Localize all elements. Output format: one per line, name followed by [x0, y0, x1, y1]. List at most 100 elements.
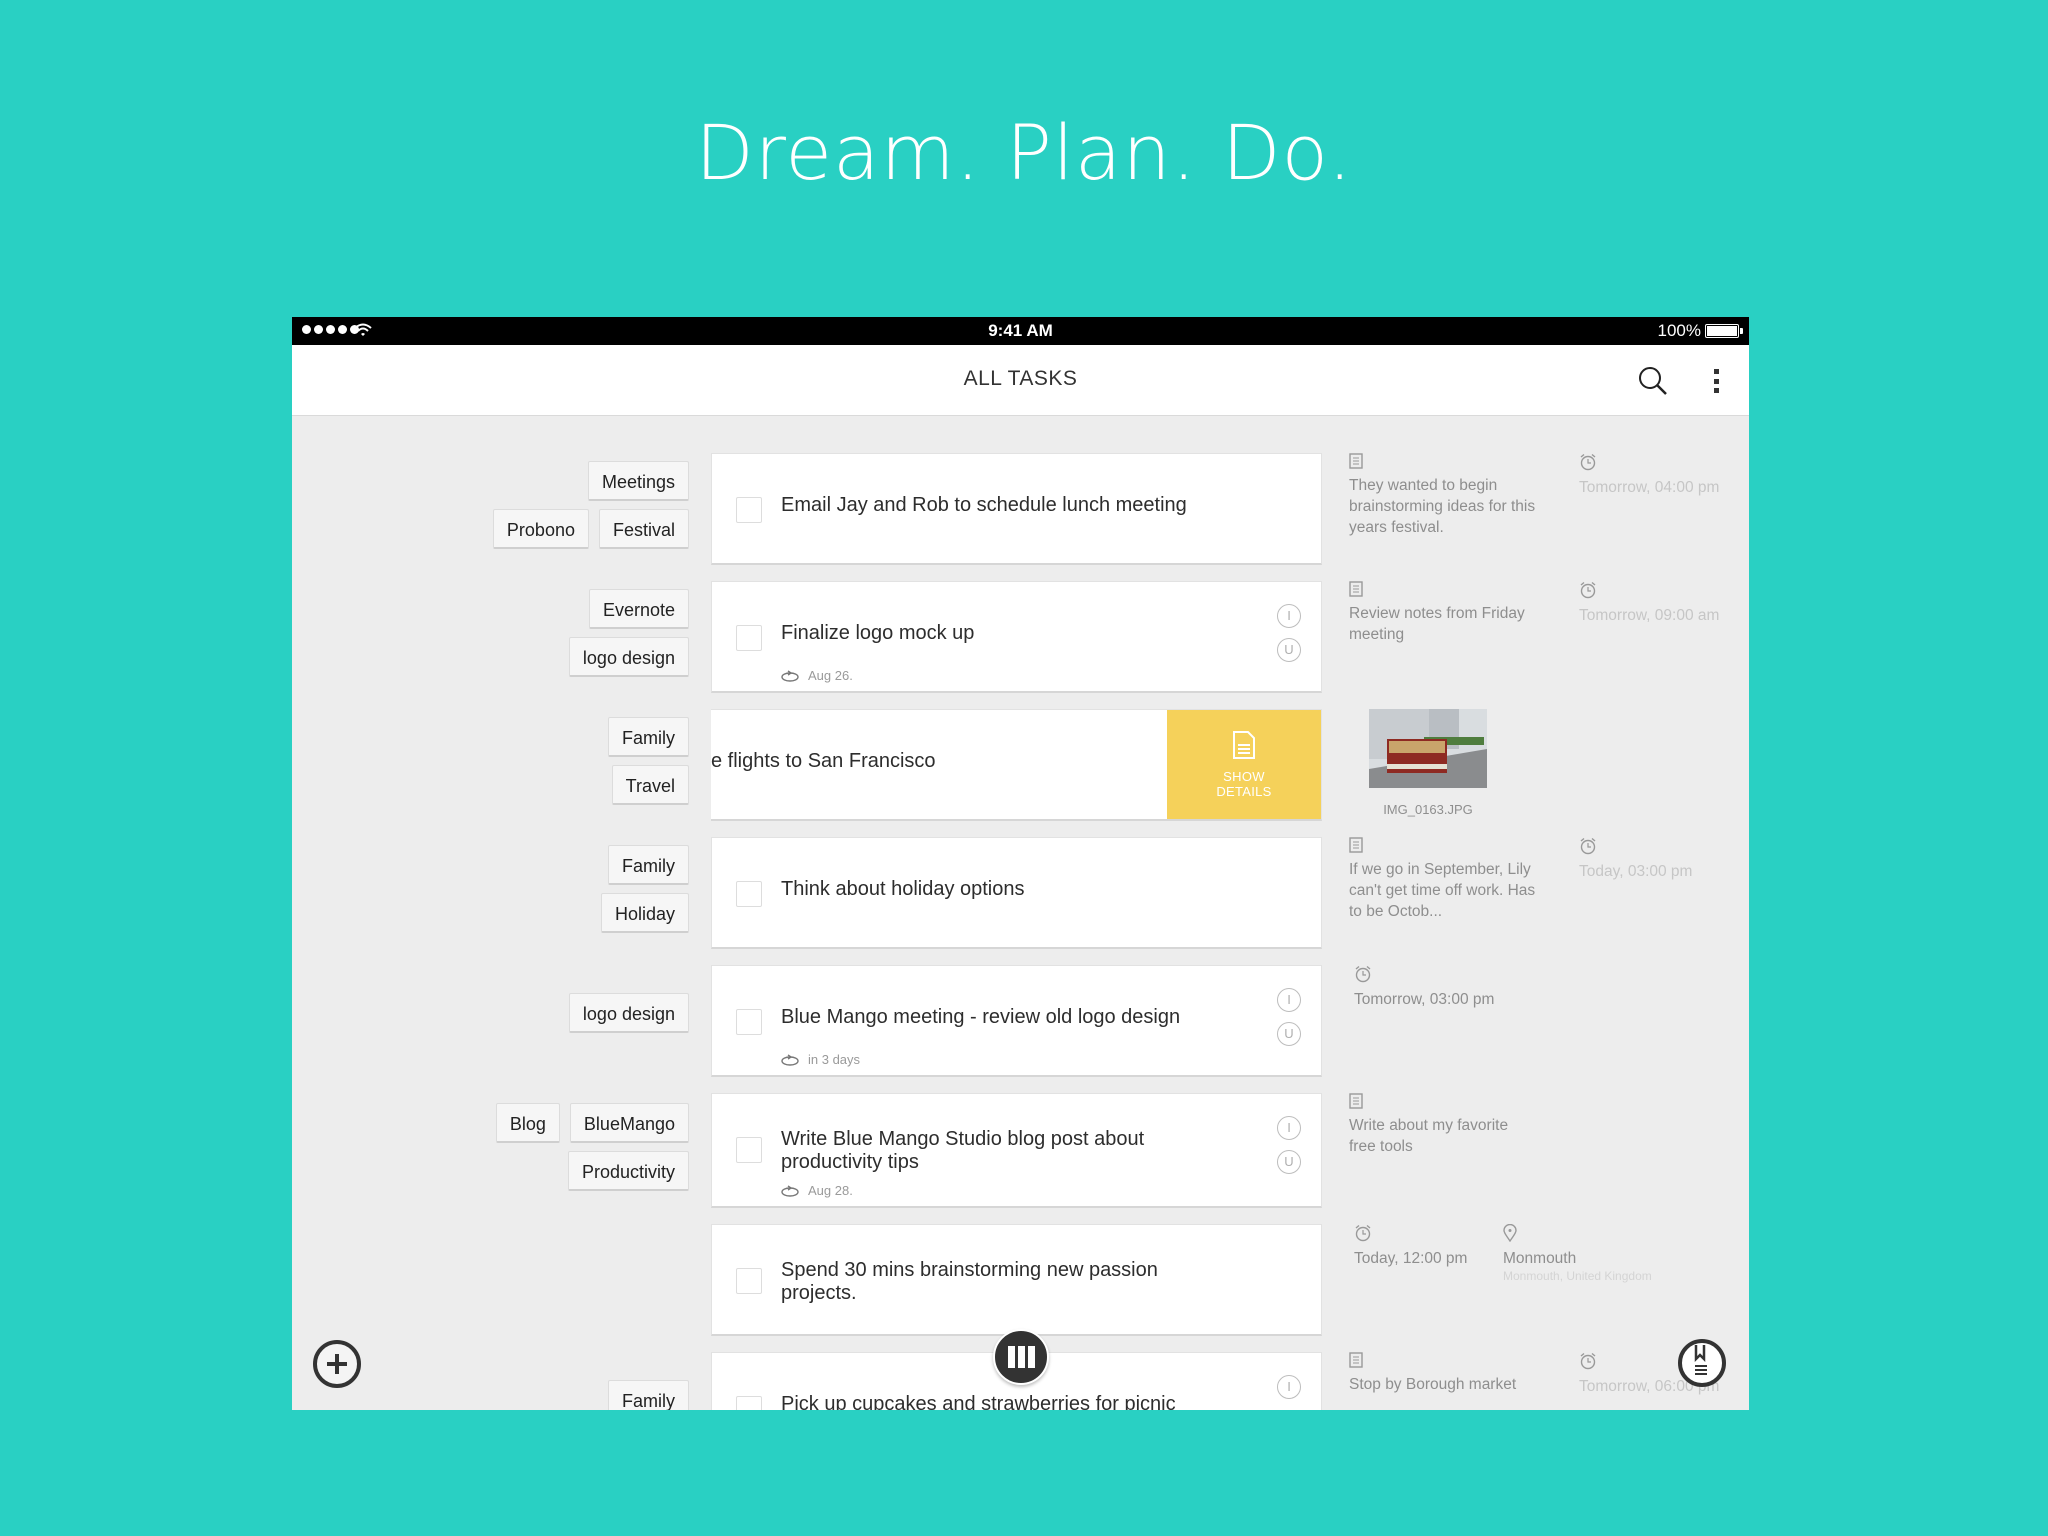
columns-view-button[interactable]: [993, 1329, 1049, 1385]
task-card[interactable]: Spend 30 mins brainstorming new passion …: [711, 1224, 1322, 1336]
tag[interactable]: Family: [608, 845, 689, 885]
note-text: Review notes from Friday meeting: [1349, 605, 1525, 643]
headline: Dream. Plan. Do.: [695, 108, 1353, 197]
importance-badge[interactable]: I: [1277, 604, 1301, 628]
alarm-clock-icon: [1355, 965, 1371, 983]
alarm-clock-icon: [1580, 1352, 1596, 1370]
task-title: Think about holiday options: [781, 878, 1025, 900]
status-bar: 9:41 AM 100%: [292, 317, 1749, 345]
task-checkbox[interactable]: [736, 1009, 762, 1035]
task-title: Blue Mango meeting - review old logo des…: [781, 1006, 1181, 1028]
tag-group: Meetings Probono Festival: [492, 461, 689, 549]
show-details-label: SHOW DETAILS: [1216, 769, 1272, 799]
reminder-text: Today, 12:00 pm: [1354, 1250, 1468, 1267]
note-icon: [1349, 837, 1363, 853]
alarm-clock-icon: [1580, 581, 1596, 599]
attachment-filename: IMG_0163.JPG: [1383, 802, 1473, 817]
task-checkbox[interactable]: [736, 881, 762, 907]
app-bar: ALL TASKS: [292, 345, 1749, 416]
tag[interactable]: Productivity: [567, 1151, 689, 1191]
note-text: They wanted to begin brainstorming ideas…: [1349, 477, 1536, 536]
task-reminder: Today, 03:00 pm: [1579, 837, 1692, 882]
task-list: Meetings Probono Festival Email Jay and R…: [292, 417, 1749, 1410]
urgency-badge[interactable]: U: [1277, 638, 1301, 662]
alarm-clock-icon: [1580, 453, 1596, 471]
task-reminder: Today, 12:00 pm: [1354, 1224, 1467, 1269]
location-address: Monmouth, United Kingdom: [1503, 1269, 1652, 1283]
task-card[interactable]: Blue Mango meeting - review old logo des…: [711, 965, 1322, 1077]
task-card-swiped[interactable]: e flights to San Francisco SHOW DETAILS: [711, 709, 1322, 821]
battery-percent: 100%: [1657, 321, 1701, 340]
note-text: Stop by Borough market: [1349, 1376, 1517, 1393]
task-title: Email Jay and Rob to schedule lunch meet…: [781, 494, 1187, 516]
task-title: Write Blue Mango Studio blog post about …: [781, 1128, 1145, 1173]
urgency-badge[interactable]: U: [1277, 1022, 1301, 1046]
task-checkbox[interactable]: [736, 625, 762, 651]
task-title: Spend 30 mins brainstorming new passion …: [781, 1259, 1158, 1304]
tag-group: Family: [608, 1380, 689, 1410]
task-title: Finalize logo mock up: [781, 622, 975, 644]
task-note: Stop by Borough market: [1349, 1352, 1549, 1395]
note-icon: [1349, 1093, 1363, 1109]
task-card[interactable]: Think about holiday options: [711, 837, 1322, 949]
reminder-text: Tomorrow, 03:00 pm: [1354, 991, 1495, 1008]
attachment-thumbnail[interactable]: [1369, 709, 1487, 788]
tag-group: Blog BlueMango Productivity: [495, 1103, 689, 1191]
battery-icon: [1705, 324, 1743, 338]
note-text: Write about my favorite free tools: [1349, 1117, 1509, 1155]
repeat-text: in 3 days: [808, 1052, 861, 1067]
bookmark-list-icon: [1694, 1345, 1707, 1375]
task-location: Monmouth Monmouth, United Kingdom: [1503, 1224, 1652, 1283]
repeat-icon: [781, 1053, 799, 1066]
repeat-text: Aug 26.: [808, 668, 853, 683]
tag[interactable]: Evernote: [588, 589, 689, 629]
show-details-button[interactable]: SHOW DETAILS: [1167, 710, 1321, 819]
task-title: e flights to San Francisco: [711, 750, 936, 772]
tag[interactable]: Family: [608, 1380, 689, 1410]
tablet-screen: 9:41 AM 100% ALL TASKS Meetings Probono F…: [292, 317, 1749, 1410]
document-icon: [1233, 731, 1255, 759]
repeat-text: Aug 28.: [808, 1183, 853, 1198]
task-note: Write about my favorite free tools: [1349, 1093, 1539, 1157]
task-card[interactable]: Finalize logo mock up Aug 26. I U: [711, 581, 1322, 693]
reminder-text: Tomorrow, 09:00 am: [1579, 607, 1720, 624]
task-checkbox[interactable]: [736, 1396, 762, 1410]
tag[interactable]: Family: [608, 717, 689, 757]
repeat-info: Aug 28.: [780, 1183, 853, 1198]
tag[interactable]: BlueMango: [569, 1103, 689, 1143]
note-icon: [1349, 453, 1363, 469]
task-checkbox[interactable]: [736, 497, 762, 523]
task-card[interactable]: Write Blue Mango Studio blog post about …: [711, 1093, 1322, 1208]
task-checkbox[interactable]: [736, 1137, 762, 1163]
alarm-clock-icon: [1580, 837, 1596, 855]
tag[interactable]: Blog: [495, 1103, 560, 1143]
more-vertical-icon[interactable]: [1709, 365, 1723, 397]
tag[interactable]: Festival: [598, 509, 689, 549]
task-note: If we go in September, Lily can't get ti…: [1349, 837, 1544, 922]
importance-badge[interactable]: I: [1277, 1375, 1301, 1399]
notes-button[interactable]: [1678, 1339, 1726, 1387]
task-note: Review notes from Friday meeting: [1349, 581, 1539, 645]
tag[interactable]: logo design: [568, 637, 689, 677]
importance-badge[interactable]: I: [1277, 988, 1301, 1012]
tag[interactable]: Travel: [611, 765, 689, 805]
tag[interactable]: Probono: [492, 509, 589, 549]
urgency-badge[interactable]: U: [1277, 1150, 1301, 1174]
page-title: ALL TASKS: [963, 367, 1078, 390]
status-time: 9:41 AM: [988, 321, 1053, 340]
task-card[interactable]: Email Jay and Rob to schedule lunch meet…: [711, 453, 1322, 565]
location-name: Monmouth: [1503, 1250, 1577, 1267]
search-icon[interactable]: [1637, 365, 1669, 397]
tag[interactable]: logo design: [568, 993, 689, 1033]
importance-badge[interactable]: I: [1277, 1116, 1301, 1140]
tag[interactable]: Holiday: [600, 893, 689, 933]
reminder-text: Today, 03:00 pm: [1579, 863, 1693, 880]
tag[interactable]: Meetings: [587, 461, 689, 501]
repeat-info: Aug 26.: [780, 668, 853, 683]
tag-group: Evernote logo design: [568, 589, 689, 677]
location-pin-icon: [1503, 1224, 1517, 1242]
cable-car-photo: [1369, 709, 1487, 788]
add-task-button[interactable]: [313, 1340, 361, 1388]
repeat-icon: [781, 1184, 799, 1197]
task-checkbox[interactable]: [736, 1268, 762, 1294]
